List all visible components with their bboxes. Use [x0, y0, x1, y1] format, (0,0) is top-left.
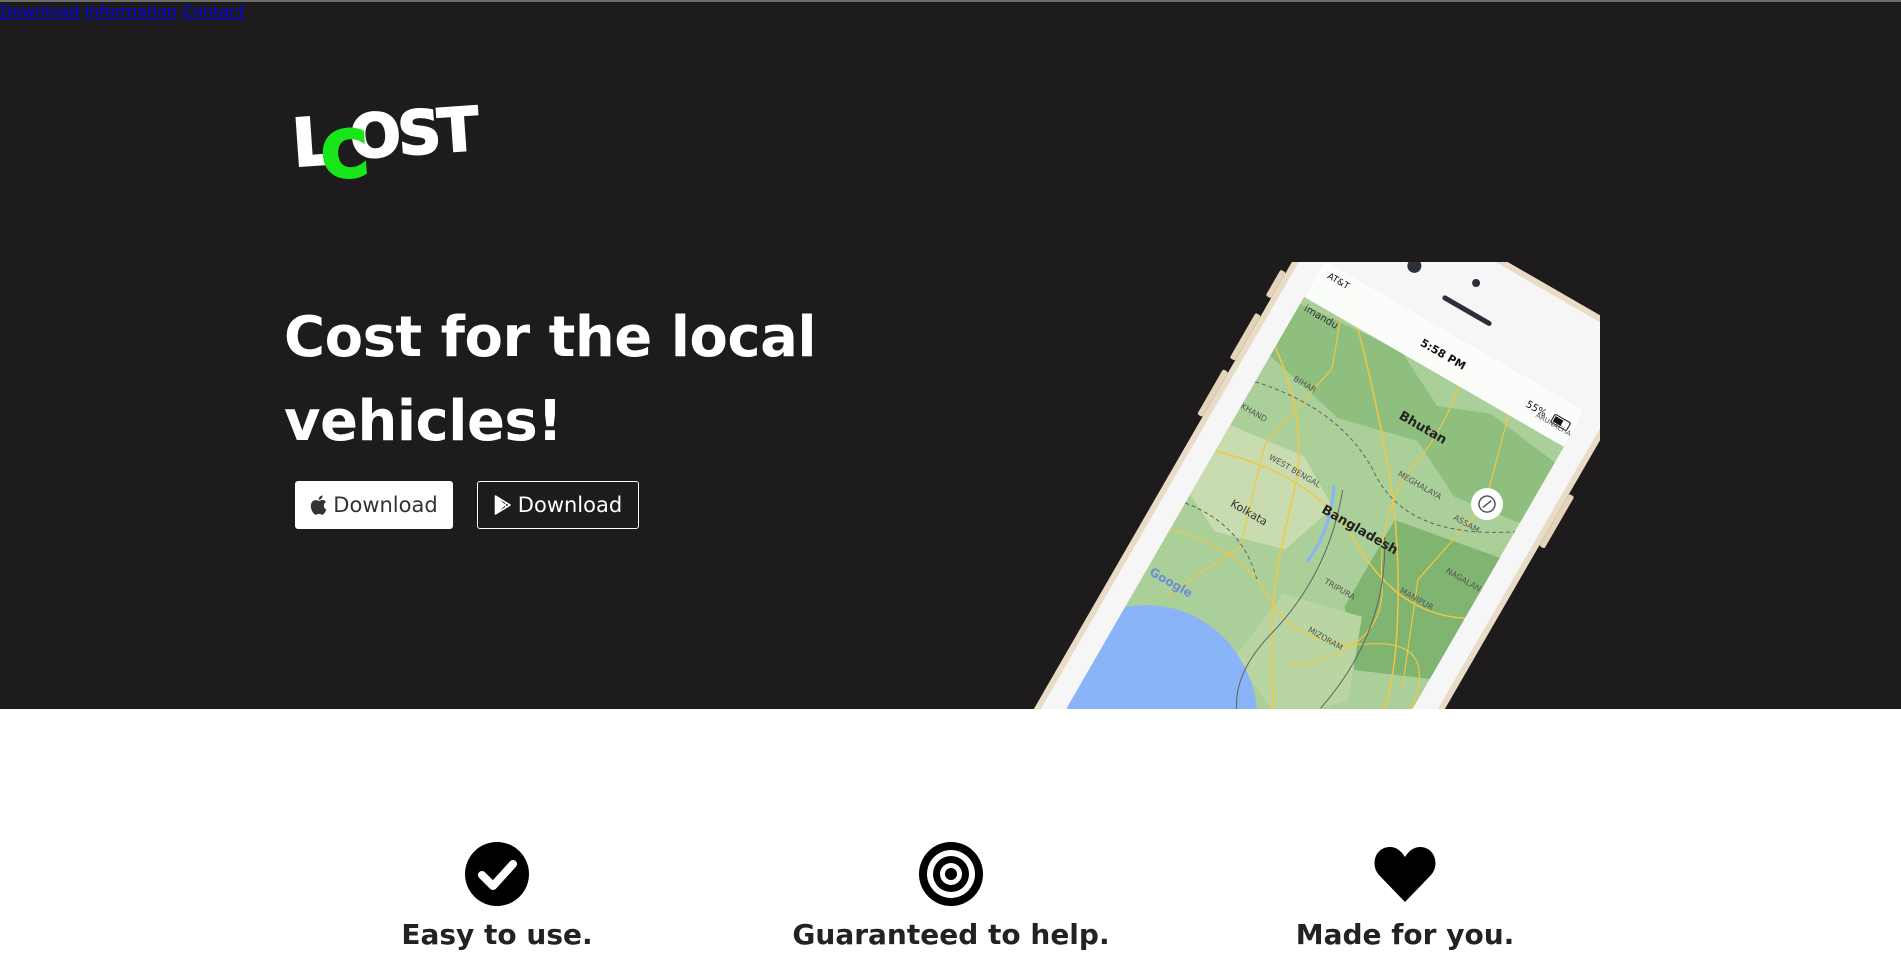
feature-easy-to-use: Easy to use. [287, 842, 707, 951]
svg-text:C: C [319, 117, 371, 182]
feature-made-for-you: Made for you. [1195, 842, 1615, 951]
nav-link-information[interactable]: Information [85, 2, 178, 21]
check-circle-icon [465, 842, 529, 906]
phone-mockup: AT&T 5:58 PM 55% imandu Bhutan BIHAR MEG… [1004, 262, 1600, 709]
heart-icon [1374, 847, 1436, 902]
hero-section: L OST C Download Information Contact Cos… [0, 2, 1901, 709]
app-store-button-label: Download [333, 493, 438, 517]
features-section: Easy to use. Guaranteed to help. Made fo… [0, 709, 1901, 968]
feature-title: Guaranteed to help. [792, 918, 1110, 951]
nav-link-download[interactable]: Download [0, 2, 80, 21]
google-play-button-label: Download [517, 493, 623, 517]
brand-logo[interactable]: L OST C [290, 92, 480, 182]
apple-icon [311, 495, 327, 515]
app-store-download-button[interactable]: Download [295, 481, 453, 529]
headline-line-1: Cost for the local [284, 305, 817, 370]
target-icon [919, 842, 983, 906]
main-nav: Download Information Contact [0, 2, 1901, 21]
feature-title: Easy to use. [401, 918, 593, 951]
feature-guaranteed: Guaranteed to help. [741, 842, 1161, 951]
headline-line-2: vehicles! [284, 389, 563, 454]
feature-title: Made for you. [1295, 918, 1515, 951]
nav-link-contact[interactable]: Contact [182, 2, 244, 21]
hero-headline: Cost for the local vehicles! [284, 296, 904, 464]
google-play-download-button[interactable]: Download [477, 481, 639, 529]
google-play-icon [494, 495, 511, 515]
